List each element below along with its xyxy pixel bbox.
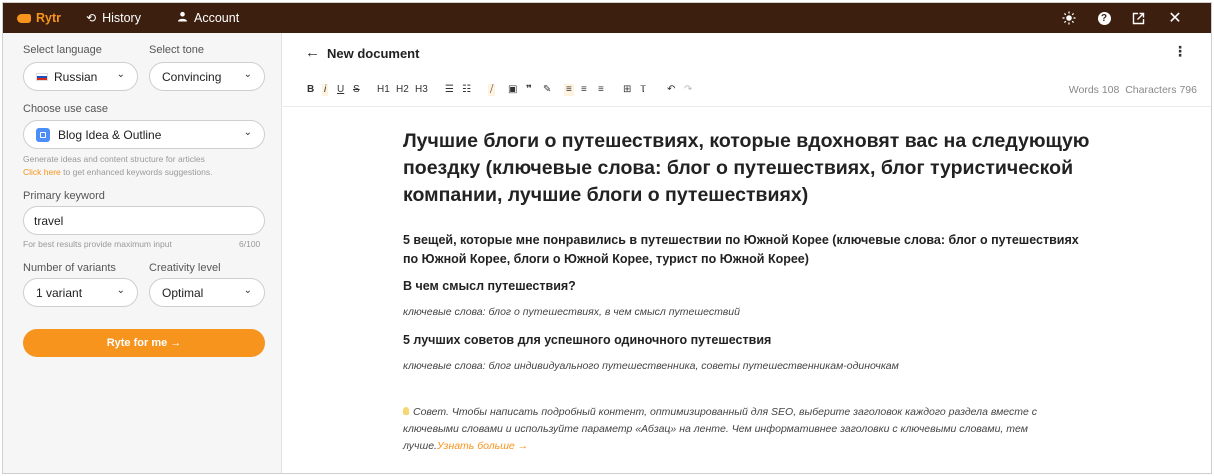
language-label: Select language <box>23 44 102 56</box>
usecase-value: Blog Idea & Outline <box>58 127 162 142</box>
creativity-value: Optimal <box>162 285 204 300</box>
h2-button[interactable]: H2 <box>396 84 409 96</box>
account-icon <box>177 11 188 25</box>
variants-label: Number of variants <box>23 262 116 274</box>
bold-button[interactable]: B <box>307 84 314 96</box>
keywords-line-first: ключевые слова: блог о путешествиях, в ч… <box>403 306 740 318</box>
word-count: Words 108 <box>1068 84 1120 96</box>
document-header: ← New document ⋮ <box>283 33 1211 73</box>
word-char-counter: Words 108 Characters 796 <box>1069 84 1197 96</box>
blog-outline-icon <box>36 127 50 142</box>
keyword-input[interactable]: travel <box>23 206 265 235</box>
undo-icon[interactable]: ↶ <box>667 84 675 96</box>
help-icon[interactable]: ? <box>1094 8 1114 28</box>
variants-select[interactable]: 1 variant ⌄ <box>23 278 138 307</box>
h3-button[interactable]: H3 <box>415 84 428 96</box>
document-heading-3-first: В чем смысл путешествия? <box>403 279 576 293</box>
italic-button[interactable]: i <box>322 84 329 96</box>
document-heading-1: Лучшие блоги о путешествиях, которые вдо… <box>403 130 1090 206</box>
chevron-down-icon: ⌄ <box>116 285 125 296</box>
history-nav[interactable]: ⟲ History <box>86 3 141 33</box>
rytr-logo[interactable]: Rytr <box>17 3 61 33</box>
click-here-link[interactable]: Click here <box>23 167 61 177</box>
document-heading-2: 5 вещей, которые мне понравились в путеш… <box>403 233 1079 266</box>
insert-block-icon[interactable]: ⊞ <box>623 84 631 96</box>
bullet-list-icon[interactable]: ☰ <box>445 84 454 96</box>
more-options-icon[interactable]: ⋮ <box>1173 43 1187 60</box>
quote-icon[interactable]: ❞ <box>526 84 532 96</box>
chevron-down-icon: ⌄ <box>243 285 252 296</box>
back-arrow-icon[interactable]: ← <box>305 44 320 61</box>
tone-select[interactable]: Convincing ⌄ <box>149 62 265 91</box>
align-center-icon[interactable]: ≡ <box>581 84 587 96</box>
document-body[interactable]: Лучшие блоги о путешествиях, которые вдо… <box>283 107 1211 473</box>
account-label: Account <box>194 11 240 25</box>
align-left-icon[interactable]: ≡ <box>564 84 574 96</box>
usecase-select[interactable]: Blog Idea & Outline ⌄ <box>23 120 265 149</box>
keyword-hint: For best results provide maximum input <box>23 239 172 249</box>
keyword-label: Primary keyword <box>23 190 105 202</box>
history-label: History <box>102 11 141 25</box>
open-external-icon[interactable] <box>1128 8 1148 28</box>
usecase-label: Choose use case <box>23 103 108 115</box>
seo-tip: Совет. Чтобы написать подробный контент,… <box>403 404 1093 455</box>
app-window: Rytr ⟲ History Account ? ✕ Select langua… <box>2 2 1212 474</box>
creativity-select[interactable]: Optimal ⌄ <box>149 278 265 307</box>
top-bar: Rytr ⟲ History Account ? ✕ <box>3 3 1211 33</box>
image-icon[interactable]: ▣ <box>508 84 517 96</box>
lightbulb-icon <box>403 407 409 415</box>
chevron-down-icon: ⌄ <box>116 69 125 80</box>
rytr-hand-icon <box>17 13 31 23</box>
editor-toolbar: B i U S H1 H2 H3 ☰ ☷ ⧸ ▣ ❞ ✎ ≡ ≡ ≡ ⊞ Ⲧ ↶… <box>283 73 1211 107</box>
chevron-down-icon: ⌄ <box>243 127 252 138</box>
document-heading-3-second: 5 лучших советов для успешного одиночног… <box>403 333 772 347</box>
language-select[interactable]: Russian ⌄ <box>23 62 138 91</box>
keywords-hint-text: to get enhanced keywords suggestions. <box>60 167 213 177</box>
settings-panel: Select language Select tone Russian ⌄ Co… <box>3 33 282 473</box>
history-icon: ⟲ <box>86 11 97 25</box>
variants-value: 1 variant <box>36 285 83 300</box>
strikethrough-button[interactable]: S <box>353 84 360 96</box>
link-icon[interactable]: ⧸ <box>488 84 496 96</box>
highlight-pen-icon[interactable]: ✎ <box>543 84 551 96</box>
account-nav[interactable]: Account <box>177 3 239 33</box>
learn-more-link[interactable]: Узнать больше → <box>437 440 528 452</box>
usecase-hint: Generate ideas and content structure for… <box>23 154 205 164</box>
chevron-down-icon: ⌄ <box>243 69 252 80</box>
keyword-count: 6/100 <box>239 239 261 249</box>
keywords-line-second: ключевые слова: блог индивидуального пут… <box>403 360 899 372</box>
theme-toggle-sun-icon[interactable] <box>1059 8 1079 28</box>
numbered-list-icon[interactable]: ☷ <box>462 84 471 96</box>
logo-label: Rytr <box>36 11 62 25</box>
underline-button[interactable]: U <box>337 84 344 96</box>
redo-icon[interactable]: ↷ <box>684 84 692 96</box>
language-value: Russian <box>54 69 98 84</box>
tone-value: Convincing <box>162 69 222 84</box>
h1-button[interactable]: H1 <box>377 84 390 96</box>
clear-format-icon[interactable]: Ⲧ <box>640 84 646 96</box>
character-count: Characters 796 <box>1125 84 1197 96</box>
creativity-label: Creativity level <box>149 262 221 274</box>
tone-label: Select tone <box>149 44 205 56</box>
russia-flag-icon <box>36 72 48 81</box>
keywords-hint: Click here to get enhanced keywords sugg… <box>23 167 212 177</box>
align-right-icon[interactable]: ≡ <box>598 84 604 96</box>
document-title[interactable]: New document <box>327 46 419 61</box>
ryte-for-me-button[interactable]: Ryte for me → <box>23 329 265 357</box>
close-icon[interactable]: ✕ <box>1165 8 1185 28</box>
